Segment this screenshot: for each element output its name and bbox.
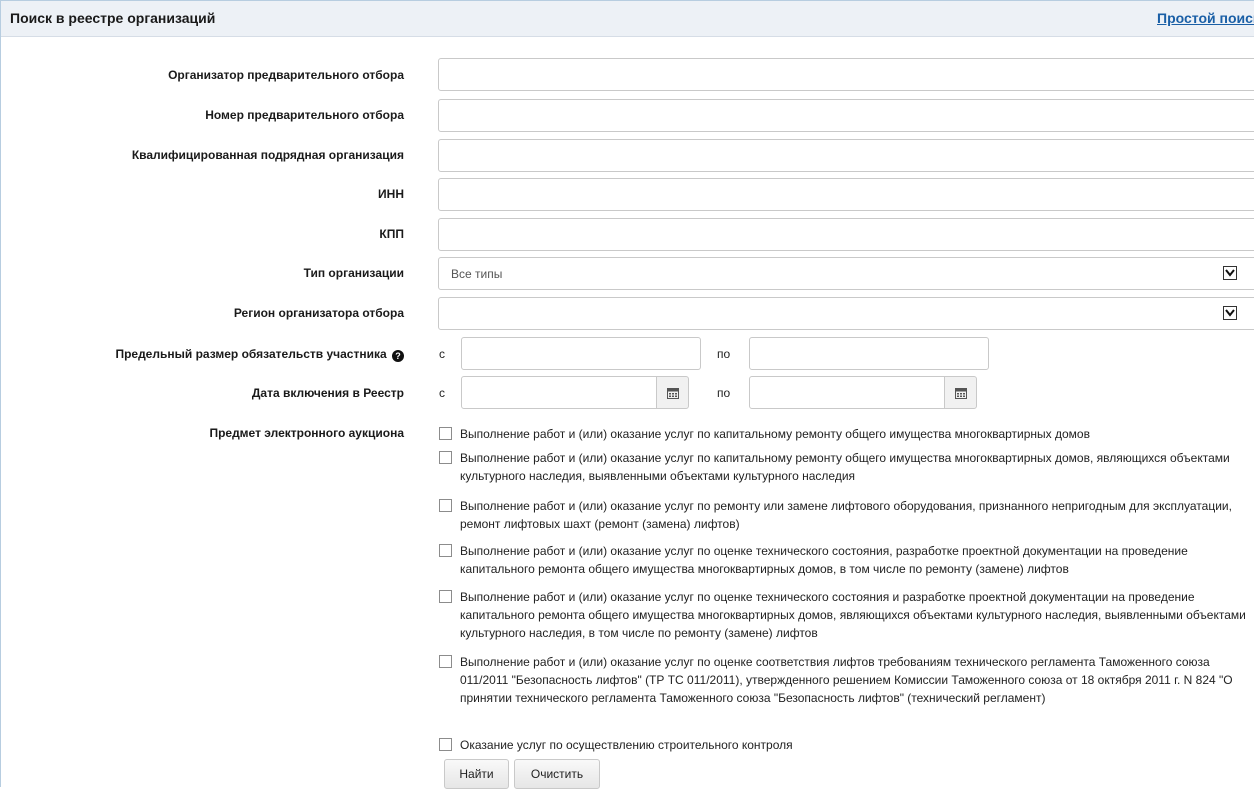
checkbox[interactable] (439, 499, 452, 512)
date-from-input[interactable] (461, 376, 657, 409)
subject-option-label: Выполнение работ и (или) оказание услуг … (460, 590, 1246, 640)
kpp-input[interactable] (438, 218, 1254, 251)
subject-option-label: Выполнение работ и (или) оказание услуг … (460, 499, 1232, 531)
organizer-input[interactable] (438, 58, 1254, 91)
contractor-label: Квалифицированная подрядная организация (131, 148, 404, 162)
panel-header: Поиск в реестре организаций Простой поис… (1, 1, 1254, 37)
subject-option-label: Выполнение работ и (или) оказание услуг … (460, 655, 1233, 705)
liability-from-input[interactable] (461, 337, 701, 370)
date-from-label: с (439, 386, 445, 400)
clear-button[interactable]: Очистить (514, 759, 600, 789)
liability-to-label: по (717, 347, 731, 361)
region-label: Регион организатора отбора (233, 306, 404, 320)
org-type-select[interactable]: Все типы (438, 257, 1254, 290)
number-input[interactable] (438, 99, 1254, 132)
number-label: Номер предварительного отбора (205, 108, 404, 122)
search-panel: Поиск в реестре организаций Простой поис… (0, 0, 1254, 789)
page-title: Поиск в реестре организаций (10, 10, 216, 26)
liability-label-text: Предельный размер обязательств участника (115, 347, 387, 361)
simple-search-link[interactable]: Простой поиск (1157, 10, 1254, 26)
date-to-label: по (717, 386, 731, 400)
contractor-input[interactable] (438, 139, 1254, 172)
subject-option-label: Выполнение работ и (или) оказание услуг … (460, 427, 1090, 441)
chevron-down-icon[interactable] (1223, 306, 1237, 320)
inn-label: ИНН (378, 187, 404, 201)
inn-input[interactable] (438, 178, 1254, 211)
liability-label: Предельный размер обязательств участника… (115, 347, 404, 362)
subject-label: Предмет электронного аукциона (209, 426, 404, 440)
chevron-down-icon[interactable] (1223, 266, 1237, 280)
calendar-icon (955, 388, 967, 399)
checkbox[interactable] (439, 427, 452, 440)
date-from-calendar-button[interactable] (656, 376, 689, 409)
question-circle-icon[interactable]: ? (392, 350, 404, 362)
checkbox[interactable] (439, 738, 452, 751)
checkbox[interactable] (439, 590, 452, 603)
checkbox[interactable] (439, 655, 452, 668)
checkbox[interactable] (439, 544, 452, 557)
liability-from-label: с (439, 347, 445, 361)
liability-to-input[interactable] (749, 337, 989, 370)
date-label: Дата включения в Реестр (251, 386, 404, 400)
kpp-label: КПП (379, 227, 404, 241)
organizer-label: Организатор предварительного отбора (168, 68, 404, 82)
subject-option-label: Выполнение работ и (или) оказание услуг … (460, 544, 1188, 576)
org-type-label: Тип организации (303, 266, 404, 280)
date-to-calendar-button[interactable] (944, 376, 977, 409)
org-type-selected: Все типы (451, 267, 503, 281)
subject-option-label: Выполнение работ и (или) оказание услуг … (460, 451, 1230, 483)
checkbox[interactable] (439, 451, 452, 464)
find-button[interactable]: Найти (444, 759, 509, 789)
calendar-icon (667, 388, 679, 399)
region-select[interactable] (438, 297, 1254, 330)
subject-option-label: Оказание услуг по осуществлению строител… (460, 738, 793, 752)
date-to-input[interactable] (749, 376, 945, 409)
